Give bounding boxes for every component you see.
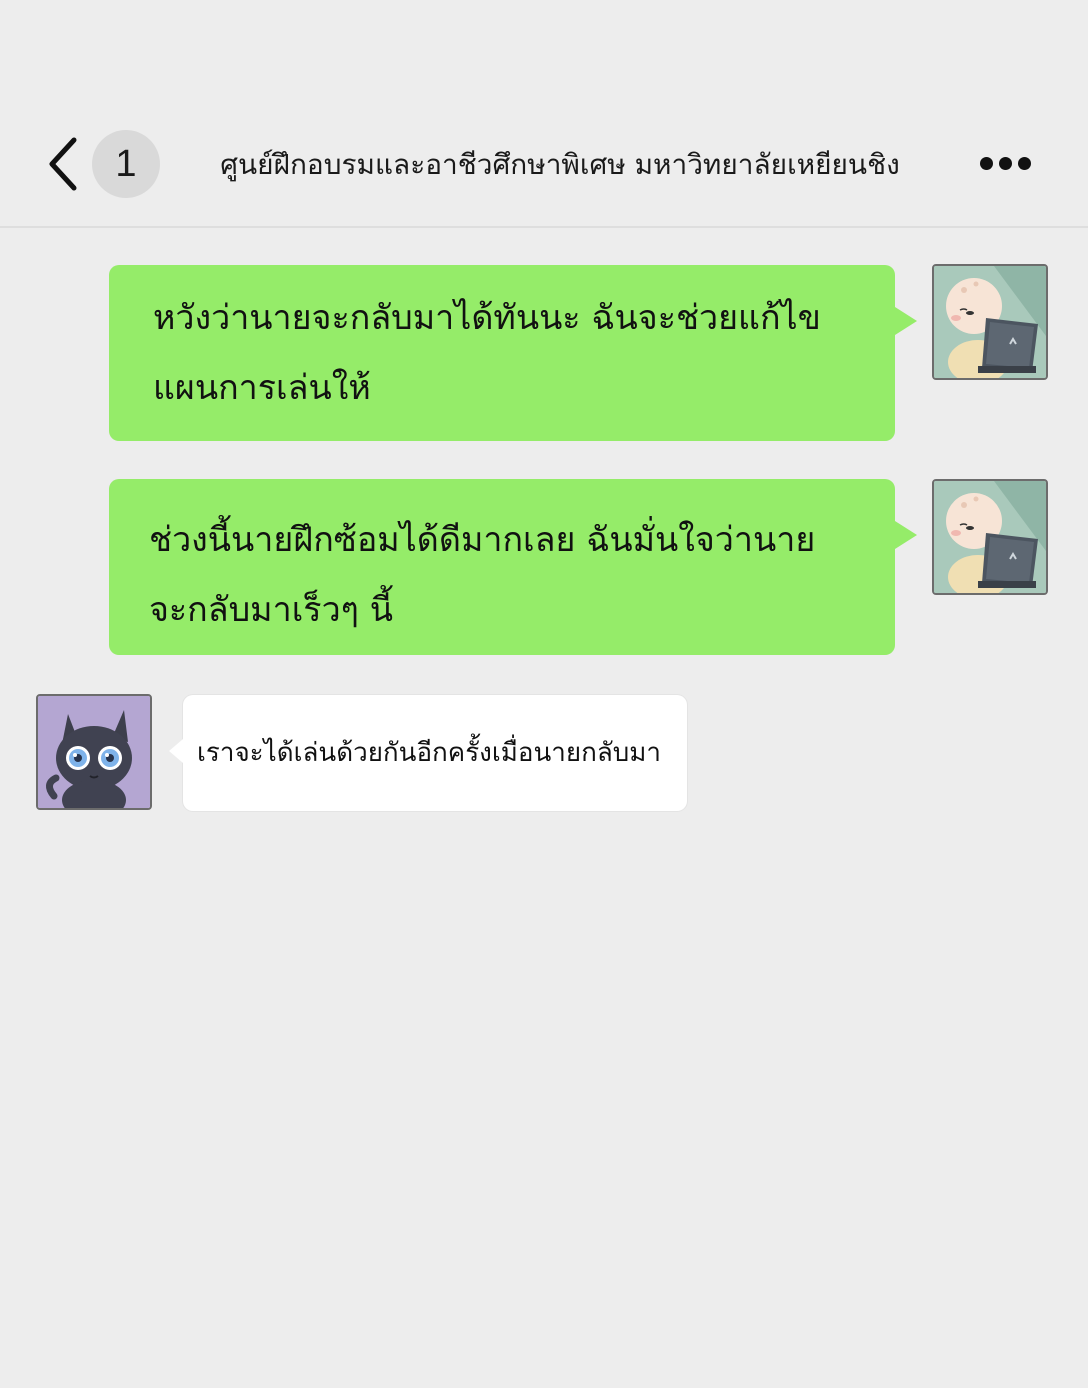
bald-baby-laptop-avatar[interactable]	[932, 479, 1048, 595]
status-bar-area	[0, 0, 1088, 100]
more-horizontal-icon[interactable]	[972, 150, 1038, 178]
message-text: เราจะได้เล่นด้วยกันอีกครั้งเมื่อนายกลับม…	[197, 738, 662, 768]
chat-title: ศูนย์ฝึกอบรมและอาชีวศึกษาพิเศษ มหาวิทยาล…	[220, 148, 900, 181]
unread-count-badge[interactable]: 1	[92, 130, 160, 198]
chat-header: 1 ศูนย์ฝึกอบรมและอาชีวศึกษาพิเศษ มหาวิทย…	[0, 100, 1088, 228]
message-bubble-received[interactable]: เราจะได้เล่นด้วยกันอีกครั้งเมื่อนายกลับม…	[169, 695, 687, 811]
message-text: ช่วงนี้นายฝึกซ้อมได้ดีมากเลย ฉันมั่นใจว่…	[149, 520, 816, 630]
bald-baby-laptop-avatar[interactable]	[932, 264, 1048, 380]
message-bubble-sent[interactable]: ช่วงนี้นายฝึกซ้อมได้ดีมากเลย ฉันมั่นใจว่…	[109, 479, 917, 655]
black-cat-avatar[interactable]	[36, 694, 152, 810]
message-bubble-sent[interactable]: หวังว่านายจะกลับมาได้ทันนะ ฉันจะช่วยแก้ไ…	[109, 265, 917, 441]
message-text: หวังว่านายจะกลับมาได้ทันนะ ฉันจะช่วยแก้ไ…	[153, 298, 821, 408]
chevron-left-icon[interactable]	[40, 134, 86, 194]
